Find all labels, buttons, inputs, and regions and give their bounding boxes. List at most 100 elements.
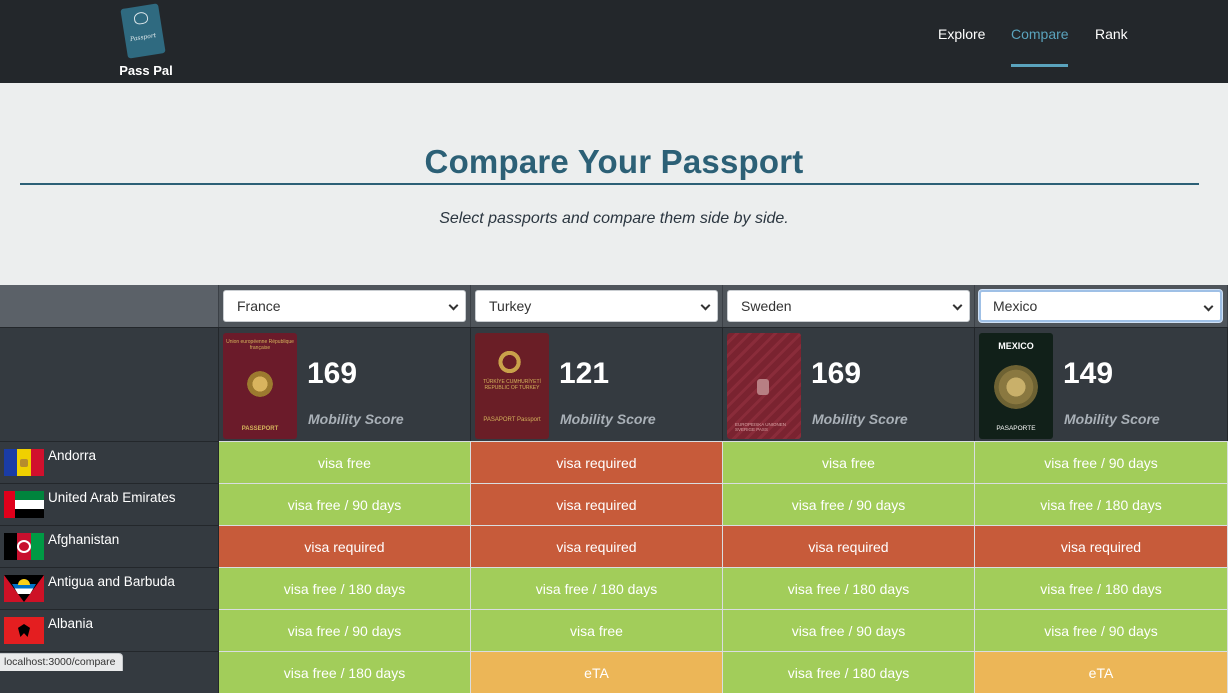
cover-text: Union européenne République française xyxy=(226,339,294,351)
french-emblem-icon xyxy=(245,369,275,399)
visa-status-cell: visa free / 90 days xyxy=(975,441,1228,483)
visa-status-cell: visa required xyxy=(471,441,723,483)
page-title: Compare Your Passport xyxy=(424,143,804,180)
andorra-flag-icon xyxy=(4,449,44,476)
passport-score-row: Union européenne République française PA… xyxy=(0,327,1228,441)
selector-cell: Sweden xyxy=(723,285,975,327)
mexican-eagle-icon xyxy=(994,365,1038,409)
crescent-star-icon xyxy=(497,347,527,377)
mobility-score: 169 xyxy=(307,357,358,390)
chevron-down-icon xyxy=(448,300,459,311)
albania-flag-icon xyxy=(4,617,44,644)
mobility-score: 169 xyxy=(811,357,862,390)
country-name: Andorra xyxy=(48,448,97,463)
nav-compare[interactable]: Compare xyxy=(1011,26,1069,42)
visa-status-cell: eTA xyxy=(471,651,723,693)
visa-status-cell: visa free / 180 days xyxy=(219,651,471,693)
corner-cell xyxy=(0,285,219,327)
select-value: Mexico xyxy=(993,298,1038,314)
cover-text: PASSEPORT xyxy=(241,426,279,432)
country-name: Albania xyxy=(48,616,94,631)
visa-status-cell: visa free / 90 days xyxy=(219,483,471,525)
empty-header-cell xyxy=(0,327,219,441)
country-cell: Antigua and Barbuda xyxy=(0,567,219,609)
antigua-flag-icon xyxy=(4,575,44,602)
page-subtitle: Select passports and compare them side b… xyxy=(439,210,789,227)
cover-text: EUROPEISKA UNIONEN SVERIGE PASS xyxy=(735,422,787,432)
browser-status-url: localhost:3000/compare xyxy=(0,653,123,671)
passport-card: EUROPEISKA UNIONEN SVERIGE PASS 169 Mobi… xyxy=(723,327,975,441)
top-navbar: Passport Pass Pal Explore Compare Rank xyxy=(0,0,1228,83)
selector-cell: Turkey xyxy=(471,285,723,327)
country-cell: Afghanistan xyxy=(0,525,219,567)
mobility-score-label: Mobility Score xyxy=(1064,411,1160,427)
passport-card: MEXICO PASAPORTE 149 Mobility Score xyxy=(975,327,1228,441)
visa-status-cell: visa free / 90 days xyxy=(723,483,975,525)
table-row: Albania visa free / 90 days visa free vi… xyxy=(0,609,1228,651)
table-row: United Arab Emirates visa free / 90 days… xyxy=(0,483,1228,525)
visa-status-cell: visa free / 90 days xyxy=(219,609,471,651)
visa-status-cell: visa free / 180 days xyxy=(723,567,975,609)
uae-flag-icon xyxy=(4,491,44,518)
brand-link[interactable]: Passport Pass Pal xyxy=(118,3,174,78)
cover-text: MEXICO xyxy=(998,341,1034,351)
country-name: United Arab Emirates xyxy=(48,490,176,505)
cover-text: PASAPORTE xyxy=(996,425,1036,432)
passport-select-3[interactable]: Sweden xyxy=(727,290,970,322)
cover-text: TÜRKİYE CUMHURİYETİ REPUBLIC OF TURKEY xyxy=(483,379,541,391)
select-value: France xyxy=(237,298,281,314)
mobility-score-label: Mobility Score xyxy=(560,411,656,427)
visa-status-cell: visa free / 180 days xyxy=(471,567,723,609)
nav-explore[interactable]: Explore xyxy=(938,26,985,42)
passport-logo-icon: Passport xyxy=(120,3,166,59)
passport-cover-image: TÜRKİYE CUMHURİYETİ REPUBLIC OF TURKEY P… xyxy=(475,333,549,439)
passport-select-1[interactable]: France xyxy=(223,290,466,322)
table-row: Andorra visa free visa required visa fre… xyxy=(0,441,1228,483)
visa-status-cell: visa free / 180 days xyxy=(219,567,471,609)
country-name: Antigua and Barbuda xyxy=(48,574,175,589)
country-cell: United Arab Emirates xyxy=(0,483,219,525)
select-value: Sweden xyxy=(741,298,792,314)
selector-cell: Mexico xyxy=(975,285,1228,327)
passport-cover-image: EUROPEISKA UNIONEN SVERIGE PASS xyxy=(727,333,801,439)
visa-status-cell: visa required xyxy=(471,483,723,525)
title-divider xyxy=(20,183,1199,185)
selector-cell: France xyxy=(219,285,471,327)
chevron-down-icon xyxy=(700,300,711,311)
afghanistan-flag-icon xyxy=(4,533,44,560)
passport-cover-image: MEXICO PASAPORTE xyxy=(979,333,1053,439)
mobility-score-label: Mobility Score xyxy=(812,411,908,427)
chevron-down-icon xyxy=(952,300,963,311)
visa-status-cell: visa free / 90 days xyxy=(723,609,975,651)
active-nav-indicator xyxy=(1011,64,1068,67)
visa-status-cell: visa free xyxy=(471,609,723,651)
swedish-crown-icon xyxy=(757,379,769,395)
passport-select-4[interactable]: Mexico xyxy=(979,290,1222,322)
select-value: Turkey xyxy=(489,298,532,314)
chevron-down-icon xyxy=(1203,301,1214,312)
visa-status-cell: visa required xyxy=(723,525,975,567)
visa-status-cell: visa required xyxy=(219,525,471,567)
nav-rank[interactable]: Rank xyxy=(1095,26,1128,42)
table-row: visa free / 180 days eTA visa free / 180… xyxy=(0,651,1228,693)
table-row: Afghanistan visa required visa required … xyxy=(0,525,1228,567)
visa-status-cell: visa required xyxy=(471,525,723,567)
passport-selector-row: France Turkey Sweden Mexico xyxy=(0,285,1228,327)
mobility-score-label: Mobility Score xyxy=(308,411,404,427)
mobility-score: 149 xyxy=(1063,357,1114,390)
passport-card: Union européenne République française PA… xyxy=(219,327,471,441)
mobility-score: 121 xyxy=(559,357,610,390)
visa-status-cell: visa free / 180 days xyxy=(975,567,1228,609)
cover-text: PASAPORT Passport xyxy=(483,417,541,423)
country-cell: Albania xyxy=(0,609,219,651)
country-cell: Andorra xyxy=(0,441,219,483)
table-row: Antigua and Barbuda visa free / 180 days… xyxy=(0,567,1228,609)
visa-status-cell: eTA xyxy=(975,651,1228,693)
visa-status-cell: visa free / 90 days xyxy=(975,609,1228,651)
passport-select-2[interactable]: Turkey xyxy=(475,290,718,322)
visa-status-cell: visa free / 180 days xyxy=(975,483,1228,525)
visa-status-cell: visa required xyxy=(975,525,1228,567)
visa-status-cell: visa free / 180 days xyxy=(723,651,975,693)
country-name: Afghanistan xyxy=(48,532,120,547)
visa-status-cell: visa free xyxy=(219,441,471,483)
